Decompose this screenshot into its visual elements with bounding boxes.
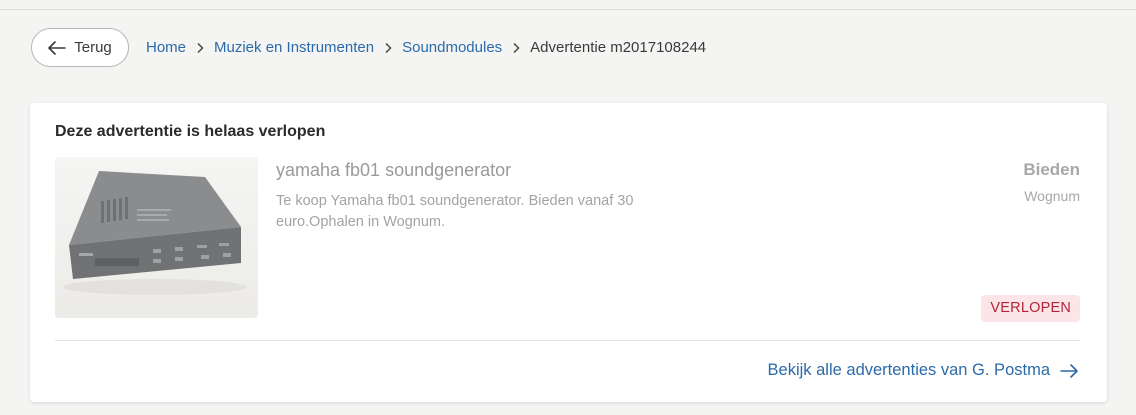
view-seller-listings-link[interactable]: Bekijk alle advertenties van G. Postma [768, 361, 1078, 380]
listing-location: Wognum [1024, 188, 1080, 204]
breadcrumb-category[interactable]: Muziek en Instrumenten [214, 39, 374, 56]
breadcrumb: Home Muziek en Instrumenten Soundmodules… [146, 39, 706, 56]
seller-link-label: Bekijk alle advertenties van G. Postma [767, 361, 1050, 379]
chevron-right-icon [196, 42, 204, 54]
listing-thumbnail[interactable] [55, 157, 258, 318]
back-button-label: Terug [74, 39, 112, 56]
listing-description: Te koop Yamaha fb01 soundgenerator. Bied… [276, 193, 634, 230]
card-heading: Deze advertentie is helaas verlopen [55, 123, 326, 140]
card-divider [55, 340, 1080, 341]
breadcrumb-subcategory[interactable]: Soundmodules [402, 39, 502, 56]
arrow-left-icon [48, 40, 67, 55]
listing-price: Bieden [1023, 160, 1080, 179]
arrow-right-icon [1060, 363, 1078, 378]
expired-listing-card: Deze advertentie is helaas verlopen yama… [30, 103, 1107, 402]
breadcrumb-home[interactable]: Home [146, 39, 186, 56]
chevron-right-icon [512, 42, 520, 54]
listing-title[interactable]: yamaha fb01 soundgenerator [276, 160, 511, 181]
back-button[interactable]: Terug [31, 28, 129, 67]
navigation-row: Terug Home Muziek en Instrumenten Soundm… [31, 28, 706, 67]
expired-status-badge: VERLOPEN [981, 295, 1080, 322]
breadcrumb-current: Advertentie m2017108244 [530, 39, 707, 56]
sound-module-photo-icon [55, 157, 258, 318]
top-header-edge [0, 0, 1136, 10]
chevron-right-icon [384, 42, 392, 54]
